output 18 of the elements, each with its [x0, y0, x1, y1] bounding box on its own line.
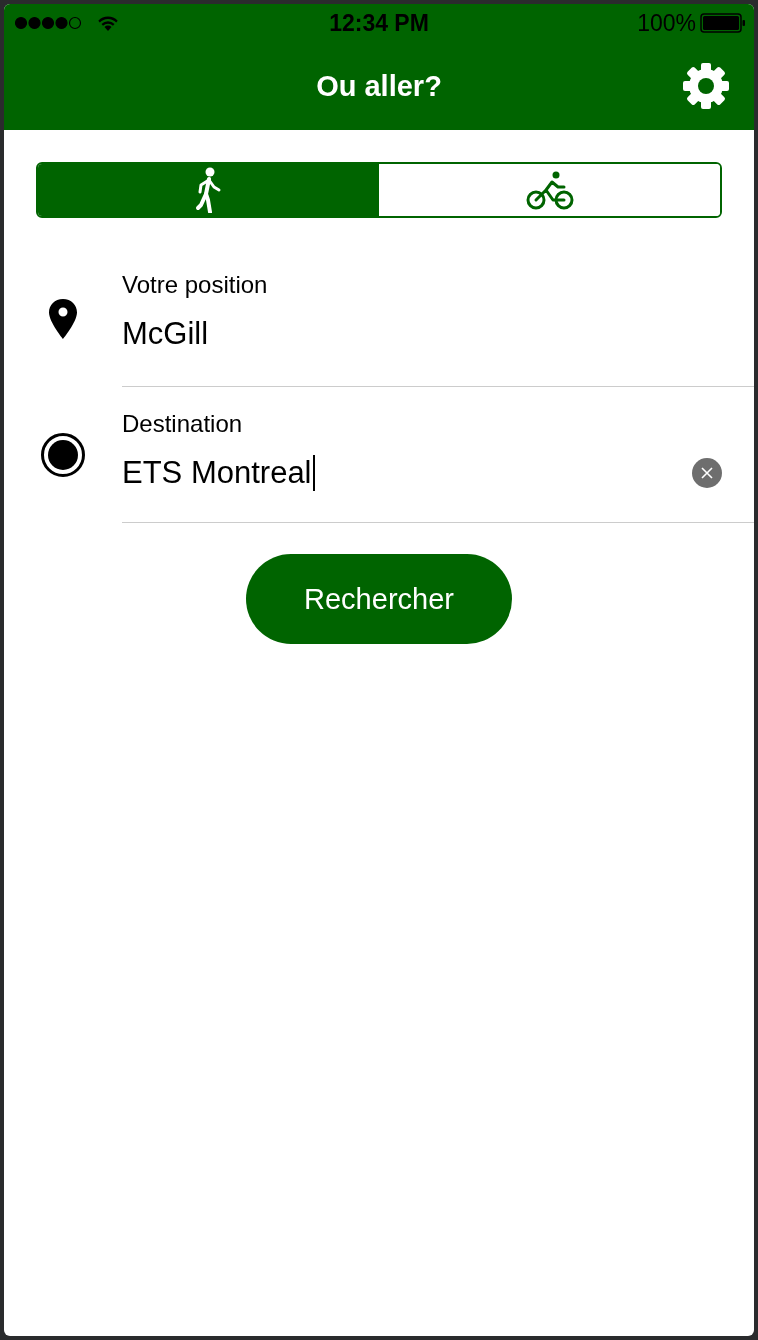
- settings-icon[interactable]: [682, 62, 730, 110]
- close-icon: [700, 466, 714, 480]
- walking-person-icon: [194, 167, 223, 213]
- battery-percentage: 100%: [637, 9, 696, 37]
- wifi-icon: [96, 14, 120, 32]
- search-button[interactable]: Rechercher: [246, 554, 512, 644]
- field-label: Destination: [122, 409, 244, 439]
- screen-title: Ou aller?: [316, 69, 442, 103]
- cyclist-icon: [525, 170, 574, 210]
- signal-icon: [14, 16, 84, 30]
- target-circle-icon: [40, 432, 86, 478]
- clear-button[interactable]: [692, 458, 722, 488]
- field-label: Votre position: [122, 270, 269, 300]
- location-pin-icon: [48, 297, 78, 340]
- input-field[interactable]: ETS Montreal: [122, 453, 692, 493]
- battery-icon: [700, 13, 746, 33]
- status-time: 12:34 PM: [329, 9, 429, 37]
- input-field[interactable]: McGill: [122, 314, 722, 354]
